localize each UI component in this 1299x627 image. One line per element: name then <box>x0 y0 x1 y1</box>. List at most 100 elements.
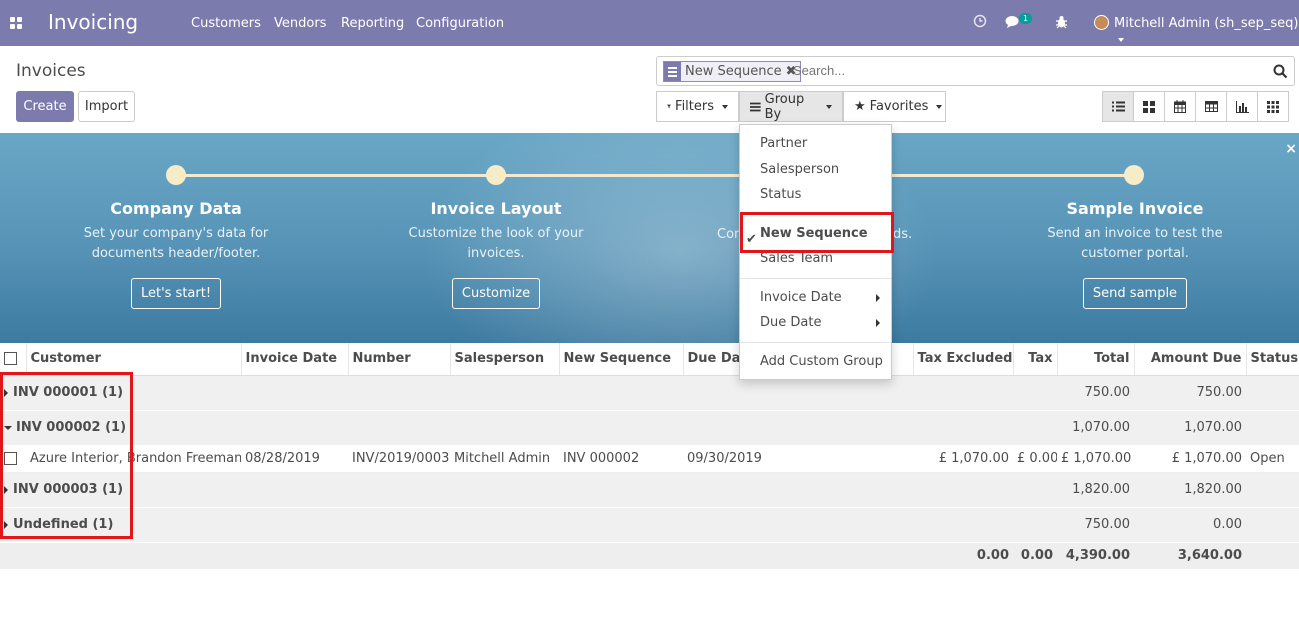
top-navbar: Invoicing Customers Vendors Reporting Co… <box>0 0 1299 46</box>
table-header-row: Customer Invoice Date Number Salesperson… <box>0 343 1299 376</box>
step-desc: customer portal. <box>1081 246 1189 261</box>
groupby-invoice-date[interactable]: Invoice Date <box>760 290 842 305</box>
group-amount-due: 1,070.00 <box>1134 410 1246 446</box>
groupby-status[interactable]: Status <box>760 187 801 202</box>
step-invoice-layout: Invoice Layout Customize the look of you… <box>376 199 616 309</box>
menu-reporting[interactable]: Reporting <box>341 16 404 31</box>
cell-total: £ 1,070.00 <box>1057 445 1134 473</box>
calendar-icon <box>1174 100 1186 113</box>
calendar-view-button[interactable] <box>1164 91 1196 122</box>
step-desc: Set your company's data for <box>83 226 269 241</box>
table-row[interactable]: Azure Interior, Brandon Freeman 08/28/20… <box>0 445 1299 473</box>
lets-start-button[interactable]: Let's start! <box>130 278 222 309</box>
chevron-down-icon <box>936 104 943 109</box>
graph-icon <box>1235 100 1249 113</box>
step-desc-partial: ds. <box>893 227 913 242</box>
col-customer[interactable]: Customer <box>26 343 242 376</box>
search-icon[interactable] <box>1273 64 1288 79</box>
col-status[interactable]: Status <box>1246 343 1299 376</box>
debug-bug-icon[interactable] <box>1055 15 1068 29</box>
totals-row: 0.00 0.00 4,390.00 3,640.00 <box>0 542 1299 569</box>
step-company-data: Company Data Set your company's data for… <box>56 199 296 309</box>
send-sample-button[interactable]: Send sample <box>1082 278 1188 309</box>
customize-button[interactable]: Customize <box>451 278 541 309</box>
cell-tax: £ 0.00 <box>1013 445 1057 473</box>
pivot-icon <box>1204 101 1218 112</box>
group-row[interactable]: INV 000001 (1) 750.00 750.00 <box>0 375 1299 411</box>
activity-clock-icon[interactable] <box>973 14 987 28</box>
menu-vendors[interactable]: Vendors <box>274 16 326 31</box>
list-view-button[interactable] <box>1102 91 1134 122</box>
onboarding-progress-line <box>176 174 1134 177</box>
menu-customers[interactable]: Customers <box>191 16 261 31</box>
search-input[interactable] <box>793 63 1263 78</box>
groupby-salesperson[interactable]: Salesperson <box>760 162 839 177</box>
close-icon[interactable]: × <box>1285 141 1297 157</box>
col-tax-excluded[interactable]: Tax Excluded <box>913 343 1014 376</box>
highlight-groups <box>0 372 133 539</box>
grid-view-button[interactable] <box>1257 91 1289 122</box>
col-salesperson[interactable]: Salesperson <box>450 343 560 376</box>
kanban-view-button[interactable] <box>1133 91 1165 122</box>
facet-label: New Sequence <box>685 64 782 79</box>
star-icon: ★ <box>854 99 866 114</box>
favorites-label: Favorites <box>869 99 929 114</box>
group-row[interactable]: INV 000003 (1) 1,820.00 1,820.00 <box>0 472 1299 508</box>
group-amount-due: 0.00 <box>1134 507 1246 543</box>
filter-icon <box>667 104 672 109</box>
graph-view-button[interactable] <box>1226 91 1258 122</box>
total-amount-due: 3,640.00 <box>1134 542 1246 569</box>
app-title: Invoicing <box>48 10 139 34</box>
onboarding-banner: Company Data Set your company's data for… <box>0 133 1299 343</box>
step-dot <box>166 165 186 185</box>
group-total: 750.00 <box>1057 375 1134 411</box>
col-tax[interactable]: Tax <box>1013 343 1058 376</box>
step-title: Invoice Layout <box>430 199 562 218</box>
highlight-new-sequence <box>740 212 894 253</box>
groupby-icon <box>750 102 761 111</box>
cell-number: INV/2019/0003 <box>348 445 450 473</box>
step-desc: documents header/footer. <box>91 246 261 261</box>
cell-new-sequence: INV 000002 <box>559 445 683 473</box>
add-custom-group[interactable]: Add Custom Group <box>760 354 883 369</box>
favorites-button[interactable]: ★ Favorites <box>843 91 946 122</box>
user-avatar[interactable] <box>1094 15 1109 30</box>
view-switcher <box>1102 91 1289 122</box>
select-all-checkbox[interactable] <box>0 343 27 376</box>
search-bar: New Sequence ✖ <box>656 56 1295 86</box>
user-menu[interactable]: Mitchell Admin (sh_sep_seq) <box>1114 16 1299 46</box>
col-number[interactable]: Number <box>348 343 451 376</box>
groupby-label: Group By <box>764 91 805 122</box>
total-tax: 0.00 <box>1013 542 1057 569</box>
total-total: 4,390.00 <box>1057 542 1134 569</box>
groupby-button[interactable]: Group By <box>739 91 843 122</box>
create-button[interactable]: Create <box>16 91 74 122</box>
group-total: 1,820.00 <box>1057 472 1134 508</box>
step-title: Sample Invoice <box>1066 199 1204 218</box>
group-row[interactable]: INV 000002 (1) 1,070.00 1,070.00 <box>0 410 1299 446</box>
apps-menu-icon[interactable] <box>10 17 22 29</box>
col-invoice-date[interactable]: Invoice Date <box>241 343 349 376</box>
step-desc: Customize the look of your <box>408 226 584 241</box>
col-new-sequence[interactable]: New Sequence <box>559 343 684 376</box>
filters-label: Filters <box>675 99 714 114</box>
pivot-view-button[interactable] <box>1195 91 1227 122</box>
col-total[interactable]: Total <box>1057 343 1135 376</box>
submenu-arrow-icon <box>876 294 880 302</box>
menu-configuration[interactable]: Configuration <box>416 16 504 31</box>
cell-salesperson: Mitchell Admin <box>450 445 559 473</box>
group-row[interactable]: Undefined (1) 750.00 0.00 <box>0 507 1299 543</box>
group-amount-due: 1,820.00 <box>1134 472 1246 508</box>
step-desc: invoices. <box>467 246 525 261</box>
chevron-down-icon <box>826 104 832 109</box>
groupby-due-date[interactable]: Due Date <box>760 315 821 330</box>
groupby-sales-team[interactable]: Sales Team <box>760 251 833 266</box>
groupby-partner[interactable]: Partner <box>760 136 807 151</box>
total-tax-excluded: 0.00 <box>913 542 1013 569</box>
step-title: Company Data <box>110 199 242 218</box>
step-sample-invoice: Sample Invoice Send an invoice to test t… <box>1015 199 1255 309</box>
col-amount-due[interactable]: Amount Due <box>1134 343 1247 376</box>
filters-button[interactable]: Filters <box>656 91 739 122</box>
cell-status: Open <box>1246 445 1299 473</box>
import-button[interactable]: Import <box>78 91 135 122</box>
